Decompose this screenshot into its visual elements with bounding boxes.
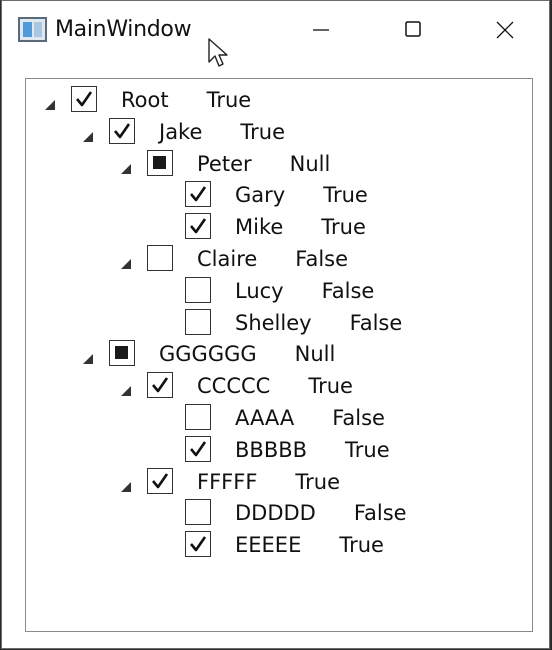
maximize-icon <box>405 21 421 37</box>
main-window: MainWindow Root True Jake True Peter Null Gary… <box>1 0 550 649</box>
tree-node[interactable]: Mike True <box>26 213 526 243</box>
node-state: Null <box>289 152 331 176</box>
tree-node[interactable]: BBBBB True <box>26 436 526 466</box>
node-state: False <box>332 406 385 430</box>
node-name: AAAA <box>235 406 295 430</box>
checkmark-icon <box>152 377 169 393</box>
node-name: Mike <box>235 215 284 239</box>
node-name: Jake <box>159 120 203 144</box>
tree-view[interactable]: Root True Jake True Peter Null Gary True Mike Tru… <box>25 78 533 632</box>
checkmark-icon <box>152 473 169 489</box>
tree-node[interactable]: EEEEE True <box>26 531 526 561</box>
node-name: GGGGGG <box>159 342 257 366</box>
node-state: True <box>323 183 368 207</box>
node-name: FFFFF <box>197 470 258 494</box>
checkbox-checked[interactable] <box>185 531 211 557</box>
node-state: True <box>339 533 384 557</box>
node-state: False <box>321 279 375 303</box>
minimize-icon <box>313 29 329 31</box>
checkbox-indeterminate[interactable] <box>109 340 135 366</box>
node-name: Lucy <box>235 279 284 303</box>
node-name: Shelley <box>235 311 312 335</box>
tree-node[interactable]: Jake True <box>26 118 526 148</box>
title-bar[interactable]: MainWindow <box>2 1 551 67</box>
node-state: False <box>353 501 407 525</box>
checkbox-checked[interactable] <box>147 468 173 494</box>
node-state: Null <box>294 342 336 366</box>
node-state: True <box>321 215 366 239</box>
minimize-button[interactable] <box>275 1 367 59</box>
tree-node[interactable]: CCCCC True <box>26 372 526 402</box>
checkbox-unchecked[interactable] <box>185 404 211 430</box>
expanded-triangle-icon[interactable] <box>120 160 132 174</box>
tree-node[interactable]: FFFFF True <box>26 468 526 498</box>
node-name: Root <box>121 88 169 112</box>
tree-node[interactable]: Root True <box>26 86 526 116</box>
node-name: Claire <box>197 247 258 271</box>
tree-node[interactable]: Claire False <box>26 245 526 275</box>
tree-node[interactable]: AAAA False <box>26 404 526 434</box>
checkbox-checked[interactable] <box>185 213 211 239</box>
checkbox-checked[interactable] <box>185 181 211 207</box>
node-name: Peter <box>197 152 252 176</box>
node-name: EEEEE <box>235 533 302 557</box>
checkmark-icon <box>190 441 207 457</box>
expanded-triangle-icon[interactable] <box>120 382 132 396</box>
maximize-button[interactable] <box>367 1 459 59</box>
node-name: Gary <box>235 183 286 207</box>
checkmark-icon <box>190 218 207 234</box>
node-state: True <box>240 120 286 144</box>
expanded-triangle-icon[interactable] <box>44 96 56 110</box>
close-icon <box>496 21 514 39</box>
node-name: BBBBB <box>235 438 308 462</box>
node-name: CCCCC <box>197 374 271 398</box>
node-state: True <box>345 438 390 462</box>
checkbox-unchecked[interactable] <box>147 245 173 271</box>
checkmark-icon <box>190 536 207 552</box>
node-state: False <box>295 247 349 271</box>
window-title: MainWindow <box>55 17 192 42</box>
tree-node[interactable]: Peter Null <box>26 150 526 180</box>
checkmark-icon <box>114 123 131 139</box>
node-state: True <box>295 470 341 494</box>
checkbox-unchecked[interactable] <box>185 309 211 335</box>
tree-node[interactable]: Shelley False <box>26 309 526 339</box>
tree-node[interactable]: Lucy False <box>26 277 526 307</box>
expanded-triangle-icon[interactable] <box>82 350 94 364</box>
checkbox-checked[interactable] <box>109 118 135 144</box>
tree-node[interactable]: Gary True <box>26 181 526 211</box>
checkbox-unchecked[interactable] <box>185 499 211 525</box>
mouse-cursor-icon <box>208 38 228 67</box>
checkbox-unchecked[interactable] <box>185 277 211 303</box>
app-icon <box>18 17 47 42</box>
expanded-triangle-icon[interactable] <box>82 128 94 142</box>
checkbox-checked[interactable] <box>185 436 211 462</box>
checkbox-checked[interactable] <box>147 372 173 398</box>
expanded-triangle-icon[interactable] <box>120 255 132 269</box>
tree-node[interactable]: DDDDD False <box>26 499 526 529</box>
node-state: True <box>308 374 353 398</box>
checkbox-checked[interactable] <box>71 86 97 112</box>
checkmark-icon <box>190 186 207 202</box>
close-button[interactable] <box>459 1 551 59</box>
node-state: False <box>349 311 403 335</box>
tree-node[interactable]: GGGGGG Null <box>26 340 526 370</box>
checkbox-indeterminate[interactable] <box>147 150 173 176</box>
checkmark-icon <box>76 91 93 107</box>
node-name: DDDDD <box>235 501 316 525</box>
node-state: True <box>206 88 252 112</box>
expanded-triangle-icon[interactable] <box>120 478 132 492</box>
